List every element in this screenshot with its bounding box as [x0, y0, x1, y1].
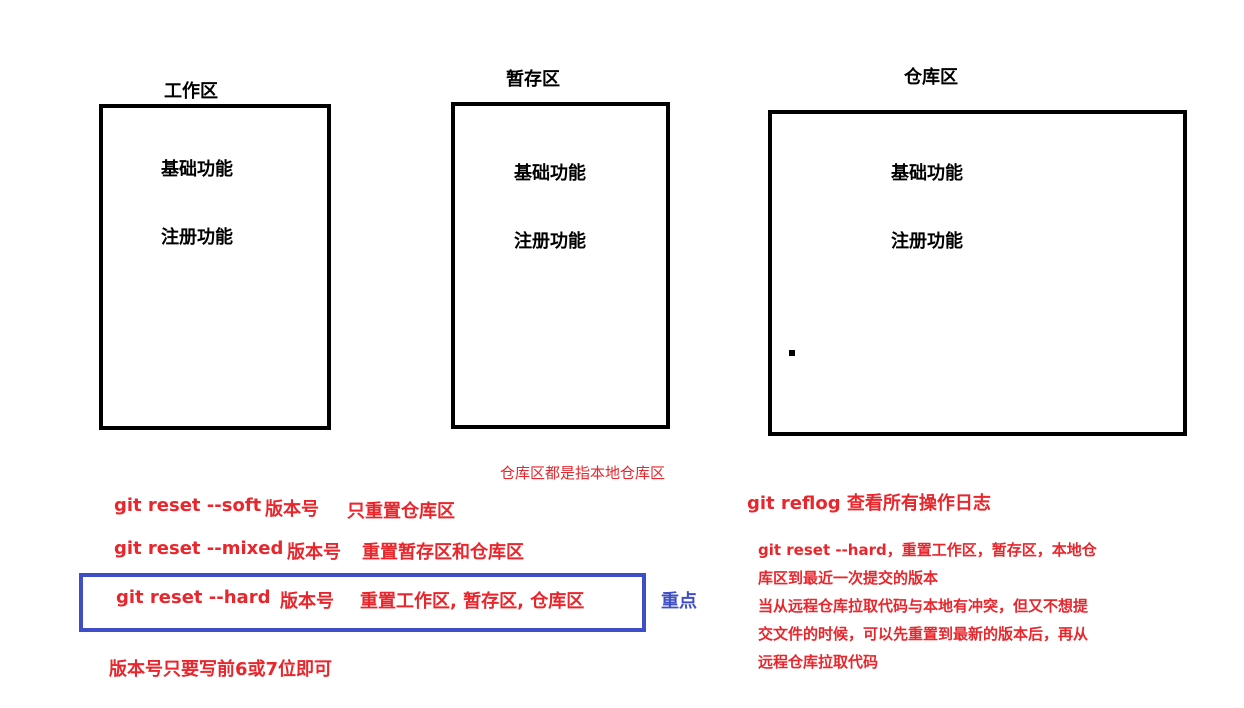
staging-area-box — [451, 102, 670, 429]
cmd-mixed: git reset --mixed — [114, 538, 284, 559]
cmd-soft: git reset --soft — [114, 495, 262, 516]
work-area-title: 工作区 — [164, 81, 218, 102]
cmd-hard: git reset --hard — [116, 587, 271, 608]
staging-area-item-register: 注册功能 — [514, 231, 586, 252]
stray-dot — [789, 350, 795, 356]
hard-note-line: 远程仓库拉取代码 — [758, 653, 879, 671]
hard-note-line: 库区到最近一次提交的版本 — [758, 569, 939, 587]
staging-area-title: 暂存区 — [506, 69, 560, 90]
hard-note-line: git reset --hard，重置工作区，暂存区，本地仓 — [758, 541, 1097, 559]
repo-area-item-basic: 基础功能 — [891, 163, 963, 184]
cmd-soft-arg: 版本号 — [265, 499, 319, 520]
hard-note-line: 当从远程仓库拉取代码与本地有冲突，但又不想提 — [758, 597, 1089, 615]
key-label: 重点 — [661, 591, 697, 612]
cmd-mixed-desc: 重置暂存区和仓库区 — [362, 542, 524, 563]
cmd-hard-arg: 版本号 — [280, 591, 334, 612]
work-area-box — [99, 104, 331, 430]
hard-note-line: 交文件的时候，可以先重置到最新的版本后，再从 — [758, 625, 1089, 643]
hard-note: git reset --hard，重置工作区，暂存区，本地仓 库区到最近一次提交… — [758, 536, 1097, 676]
work-area-item-basic: 基础功能 — [161, 159, 233, 180]
cmd-soft-desc: 只重置仓库区 — [347, 501, 455, 522]
staging-area-item-basic: 基础功能 — [514, 163, 586, 184]
repo-note: 仓库区都是指本地仓库区 — [500, 464, 666, 482]
repo-area-item-register: 注册功能 — [891, 231, 963, 252]
cmd-mixed-arg: 版本号 — [287, 542, 341, 563]
repo-area-title: 仓库区 — [904, 67, 958, 88]
cmd-hard-desc: 重置工作区, 暂存区, 仓库区 — [360, 591, 585, 612]
repo-area-box — [768, 110, 1187, 436]
version-note: 版本号只要写前6或7位即可 — [109, 659, 333, 680]
reflog-note: git reflog 查看所有操作日志 — [747, 493, 991, 514]
work-area-item-register: 注册功能 — [161, 227, 233, 248]
